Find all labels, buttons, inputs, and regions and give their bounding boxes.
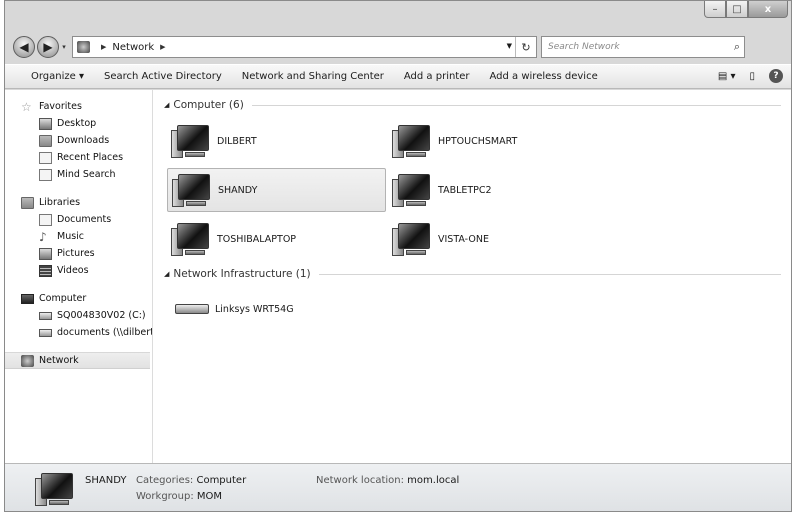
computer-icon: [392, 171, 432, 209]
navigation-pane[interactable]: ☆ Favorites Desktop Downloads Recent Plac…: [5, 90, 153, 463]
nav-libraries[interactable]: Libraries: [5, 194, 152, 211]
command-bar: Organize ▾ Search Active Directory Netwo…: [5, 64, 791, 89]
computer-icon: [171, 220, 211, 258]
router-icon: [175, 304, 209, 314]
desktop-icon: [39, 117, 52, 130]
search-input[interactable]: Search Network ⌕: [541, 36, 745, 58]
address-bar[interactable]: ▶ Network ▶ ▼ ↻: [72, 36, 537, 58]
nav-music[interactable]: ♪ Music: [5, 228, 152, 245]
favorites-group: ☆ Favorites Desktop Downloads Recent Plac…: [5, 98, 152, 183]
saved-search-icon: [39, 168, 52, 181]
preview-pane-button[interactable]: ▯: [749, 71, 755, 82]
history-dropdown[interactable]: ▾: [59, 43, 69, 51]
group-header-computer[interactable]: ◢ Computer (6): [164, 99, 789, 111]
hard-drive-icon: [39, 311, 52, 320]
toolbar-right: ▤ ▾ ▯ ?: [718, 69, 783, 83]
computer-tile-vista-one[interactable]: VISTA-ONE: [388, 217, 607, 261]
search-icon[interactable]: ⌕: [734, 40, 740, 54]
address-row: ◀ ▶ ▾ ▶ Network ▶ ▼ ↻ Search Network ⌕: [13, 35, 787, 59]
nav-network-drive[interactable]: documents (\\dilbert: [5, 324, 152, 341]
nav-favorites[interactable]: ☆ Favorites: [5, 98, 152, 115]
device-tile-linksys[interactable]: Linksys WRT54G: [167, 287, 386, 331]
change-view-button[interactable]: ▤ ▾: [718, 71, 736, 82]
recent-places-icon: [39, 151, 52, 164]
nav-desktop[interactable]: Desktop: [5, 115, 152, 132]
music-icon: ♪: [39, 229, 47, 244]
documents-icon: [39, 213, 52, 226]
videos-icon: [39, 264, 52, 277]
details-location-line: Network location: mom.local: [316, 475, 459, 486]
nav-pictures[interactable]: Pictures: [5, 245, 152, 262]
details-categories-value: Computer: [196, 475, 247, 486]
star-icon: ☆: [21, 99, 32, 114]
chevron-right-icon[interactable]: ▶: [160, 43, 165, 51]
collapse-triangle-icon[interactable]: ◢: [164, 101, 169, 109]
network-sharing-center-button[interactable]: Network and Sharing Center: [232, 71, 394, 82]
network-icon: [21, 354, 34, 367]
details-name-line: SHANDY Categories: Computer: [85, 475, 246, 486]
help-icon[interactable]: ?: [769, 69, 783, 83]
nav-downloads[interactable]: Downloads: [5, 132, 152, 149]
details-workgroup-line: Workgroup: MOM: [136, 491, 222, 502]
group-header-network-infrastructure[interactable]: ◢ Network Infrastructure (1): [164, 268, 789, 280]
downloads-icon: [39, 134, 52, 147]
details-location-value: mom.local: [407, 475, 460, 486]
computer-tile-toshibalaptop[interactable]: TOSHIBALAPTOP: [167, 217, 386, 261]
forward-button[interactable]: ▶: [37, 36, 59, 58]
chevron-right-icon[interactable]: ▶: [101, 43, 106, 51]
breadcrumb-network[interactable]: Network: [112, 42, 154, 53]
network-drive-icon: [39, 328, 52, 337]
nav-computer[interactable]: Computer: [5, 290, 152, 307]
nav-documents[interactable]: Documents: [5, 211, 152, 228]
computer-icon: [171, 122, 211, 160]
explorer-window: – □ x ◀ ▶ ▾ ▶ Network ▶ ▼ ↻ Search Netwo…: [4, 0, 792, 512]
nav-network[interactable]: Network: [5, 352, 150, 369]
computer-icon: [392, 122, 432, 160]
nav-drive-c[interactable]: SQ004830V02 (C:): [5, 307, 152, 324]
breadcrumb: ▶ Network ▶: [77, 41, 166, 53]
details-pane: SHANDY Categories: Computer Workgroup: M…: [5, 463, 791, 511]
nav-videos[interactable]: Videos: [5, 262, 152, 279]
details-location-label: Network location:: [316, 475, 404, 486]
file-list[interactable]: ◢ Computer (6) DILBERT HPTOUCHSMART SHAN…: [154, 90, 791, 463]
details-name: SHANDY: [85, 475, 127, 486]
computer-tile-dilbert[interactable]: DILBERT: [167, 119, 386, 163]
chevron-down-icon[interactable]: ▼: [507, 42, 512, 50]
libraries-group: Libraries Documents ♪ Music Pictures Vide…: [5, 194, 152, 279]
content-area: ☆ Favorites Desktop Downloads Recent Plac…: [5, 90, 791, 463]
maximize-button[interactable]: □: [726, 1, 748, 18]
computer-icon: [21, 293, 34, 304]
details-workgroup-value: MOM: [196, 491, 223, 502]
computer-tile-shandy[interactable]: SHANDY: [167, 168, 386, 212]
add-wireless-device-button[interactable]: Add a wireless device: [480, 71, 608, 82]
minimize-button[interactable]: –: [704, 1, 726, 18]
details-categories-label: Categories:: [136, 475, 194, 486]
details-workgroup-label: Workgroup:: [136, 491, 194, 502]
organize-button[interactable]: Organize ▾: [21, 71, 94, 82]
add-printer-button[interactable]: Add a printer: [394, 71, 480, 82]
back-button[interactable]: ◀: [13, 36, 35, 58]
computer-icon: [392, 220, 432, 258]
nav-mind-search[interactable]: Mind Search: [5, 166, 152, 183]
computer-tile-tabletpc2[interactable]: TABLETPC2: [388, 168, 607, 212]
computer-icon: [35, 470, 75, 508]
computer-tile-hptouchsmart[interactable]: HPTOUCHSMART: [388, 119, 607, 163]
pictures-icon: [39, 247, 52, 260]
window-controls: – □ x: [704, 1, 788, 18]
search-active-directory-button[interactable]: Search Active Directory: [94, 71, 232, 82]
search-placeholder: Search Network: [548, 42, 620, 52]
nav-recent-places[interactable]: Recent Places: [5, 149, 152, 166]
computer-group: Computer SQ004830V02 (C:) documents (\\d…: [5, 290, 152, 341]
collapse-triangle-icon[interactable]: ◢: [164, 270, 169, 278]
close-button[interactable]: x: [748, 1, 788, 18]
network-icon: [77, 41, 90, 53]
computer-icon: [172, 171, 212, 209]
refresh-button[interactable]: ↻: [515, 37, 536, 57]
library-icon: [21, 196, 34, 209]
